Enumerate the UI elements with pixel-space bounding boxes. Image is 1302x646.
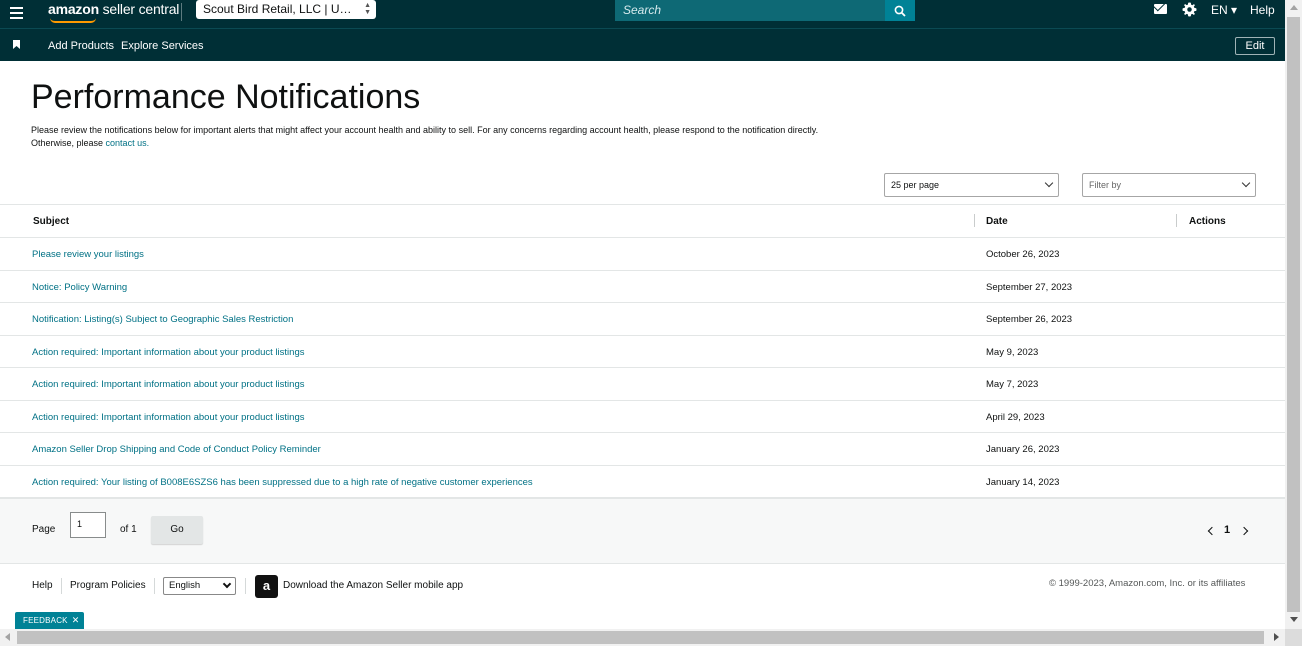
table-row: Notification: Listing(s) Subject to Geog…: [0, 303, 1285, 336]
footer-divider: [245, 578, 246, 594]
filter-select[interactable]: Filter by: [1082, 173, 1256, 197]
nav-add-products[interactable]: Add Products: [48, 40, 114, 52]
notification-subject-link[interactable]: Please review your listings: [32, 249, 144, 260]
notification-date: September 27, 2023: [986, 281, 1073, 293]
vertical-scrollbar[interactable]: [1285, 0, 1302, 646]
chevron-right-icon[interactable]: [1239, 526, 1249, 536]
feedback-button[interactable]: FEEDBACK ✕: [15, 612, 84, 629]
search-icon: [894, 5, 906, 17]
notification-subject-link[interactable]: Action required: Important information a…: [32, 379, 304, 390]
notifications-table: Subject Date Actions Please review your …: [0, 204, 1285, 498]
column-subject[interactable]: Subject: [33, 216, 69, 227]
chevron-left-icon[interactable]: [1207, 526, 1217, 536]
caret-down-icon: ▾: [1231, 3, 1238, 17]
contact-us-link[interactable]: contact us.: [106, 138, 150, 148]
per-page-select[interactable]: 25 per page: [884, 173, 1059, 197]
notification-subject-link[interactable]: Notification: Listing(s) Subject to Geog…: [32, 314, 293, 325]
search-button[interactable]: [885, 0, 915, 21]
account-switcher[interactable]: Scout Bird Retail, LLC | Unit... ▲ ▼: [196, 0, 376, 19]
top-header: amazon seller central Scout Bird Retail,…: [0, 0, 1285, 28]
page-count-label: of 1: [120, 524, 137, 535]
close-icon[interactable]: ✕: [72, 615, 80, 625]
notification-date: October 26, 2023: [986, 249, 1060, 260]
table-row: Action required: Your listing of B008E6S…: [0, 466, 1285, 498]
notification-subject-link[interactable]: Amazon Seller Drop Shipping and Code of …: [32, 444, 321, 455]
edit-button[interactable]: Edit: [1235, 37, 1275, 55]
footer-help-link[interactable]: Help: [32, 580, 53, 591]
notification-subject-link[interactable]: Action required: Your listing of B008E6S…: [32, 477, 533, 488]
notification-date: January 14, 2023: [986, 476, 1060, 488]
gear-icon[interactable]: [1182, 2, 1197, 17]
language-selector[interactable]: EN ▾: [1211, 3, 1237, 17]
notification-date: May 7, 2023: [986, 379, 1039, 390]
secondary-nav: Add Products Explore Services Edit: [0, 28, 1285, 61]
table-row: Action required: Important information a…: [0, 336, 1285, 368]
chevron-down-icon: [1241, 178, 1251, 188]
updown-arrows-icon: ▲ ▼: [364, 2, 371, 16]
vertical-scroll-thumb[interactable]: [1287, 17, 1300, 612]
table-row: Notice: Policy Warning September 27, 2023: [0, 271, 1285, 303]
notification-subject-link[interactable]: Action required: Important information a…: [32, 412, 304, 423]
page-number-input[interactable]: 1: [70, 512, 106, 538]
footer-divider: [154, 578, 155, 594]
scrollbar-corner: [1285, 629, 1302, 646]
chevron-down-icon: [1044, 178, 1054, 188]
notification-date: January 26, 2023: [986, 444, 1060, 455]
column-divider: [974, 214, 975, 227]
page-title: Performance Notifications: [31, 78, 421, 116]
download-app-link[interactable]: Download the Amazon Seller mobile app: [283, 580, 463, 591]
scroll-down-icon[interactable]: [1290, 617, 1298, 622]
column-date[interactable]: Date: [986, 216, 1008, 227]
table-row: Action required: Important information a…: [0, 368, 1285, 401]
nav-explore-services[interactable]: Explore Services: [121, 40, 204, 52]
notification-subject-link[interactable]: Action required: Important information a…: [32, 347, 304, 358]
intro-text: Please review the notifications below fo…: [31, 125, 819, 148]
menu-icon[interactable]: [10, 7, 23, 19]
scroll-right-icon[interactable]: [1274, 633, 1279, 641]
search-input[interactable]: Search: [615, 0, 885, 21]
amazon-app-icon[interactable]: a: [255, 575, 278, 598]
table-row: Action required: Important information a…: [0, 401, 1285, 433]
logo-smile-icon: [50, 18, 96, 23]
bookmark-icon[interactable]: [13, 40, 20, 49]
notification-date: September 26, 2023: [986, 314, 1073, 325]
copyright-text: © 1999-2023, Amazon.com, Inc. or its aff…: [1049, 578, 1246, 589]
go-button[interactable]: Go: [151, 516, 203, 544]
column-divider: [1176, 214, 1177, 227]
pagination-bar: Page 1 of 1 Go 1: [0, 498, 1285, 564]
program-policies-link[interactable]: Program Policies: [70, 580, 146, 591]
seller-central-logo[interactable]: amazon seller central: [48, 1, 179, 17]
header-divider: [181, 3, 182, 21]
scroll-up-icon[interactable]: [1290, 5, 1298, 10]
footer-language-select[interactable]: English: [163, 577, 236, 595]
notification-date: May 9, 2023: [986, 346, 1039, 358]
column-actions: Actions: [1189, 216, 1226, 227]
page-label: Page: [32, 524, 56, 535]
chevron-down-icon: [222, 579, 232, 589]
horizontal-scroll-thumb[interactable]: [17, 631, 1264, 644]
mail-icon[interactable]: [1154, 4, 1167, 14]
table-header: Subject Date Actions: [0, 205, 1285, 238]
notification-subject-link[interactable]: Notice: Policy Warning: [32, 282, 127, 293]
notification-date: April 29, 2023: [986, 411, 1045, 423]
table-row: Amazon Seller Drop Shipping and Code of …: [0, 433, 1285, 466]
table-row: Please review your listings October 26, 2…: [0, 238, 1285, 271]
horizontal-scrollbar[interactable]: [0, 629, 1285, 646]
help-link[interactable]: Help: [1250, 3, 1275, 17]
current-page[interactable]: 1: [1224, 524, 1230, 536]
footer-divider: [61, 578, 62, 594]
scroll-left-icon[interactable]: [5, 633, 10, 641]
